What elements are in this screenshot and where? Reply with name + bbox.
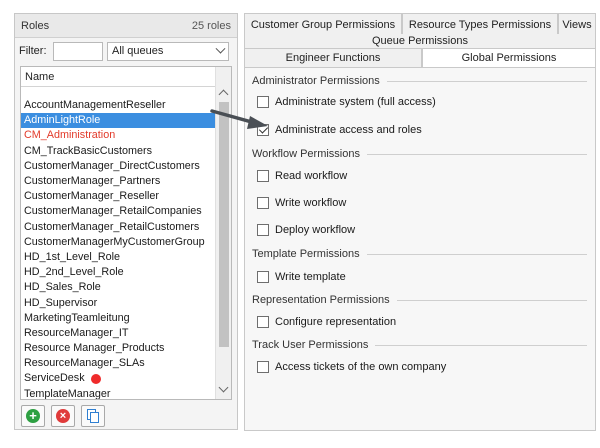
- permissions-panel: Customer Group Permissions Resource Type…: [244, 13, 596, 431]
- checkbox-box[interactable]: [257, 224, 269, 236]
- role-list-item[interactable]: HD_1st_Level_Role: [21, 250, 215, 265]
- roles-scrollbar[interactable]: [215, 67, 231, 399]
- checkbox-read-workflow[interactable]: Read workflow: [257, 170, 347, 182]
- role-list-item[interactable]: CustomerManager_DirectCustomers: [21, 159, 215, 174]
- role-list-item[interactable]: CustomerManager_RetailCompanies: [21, 204, 215, 219]
- tab-global-permissions[interactable]: Global Permissions: [422, 48, 596, 67]
- tab-queue-permissions[interactable]: Queue Permissions: [244, 34, 596, 48]
- filter-input[interactable]: [53, 41, 103, 61]
- role-list-item[interactable]: ServiceDesk: [21, 371, 215, 386]
- scroll-down-icon[interactable]: [218, 382, 229, 393]
- role-list-item[interactable]: CM_Administration: [21, 128, 215, 143]
- tabs-row-3: Engineer Functions Global Permissions: [244, 48, 596, 67]
- plus-circle-icon: +: [26, 409, 40, 423]
- add-role-button[interactable]: +: [21, 405, 45, 427]
- tab-resource-types-permissions[interactable]: Resource Types Permissions: [402, 13, 558, 35]
- roles-count: 25 roles: [191, 19, 231, 32]
- copy-role-button[interactable]: [81, 405, 105, 427]
- checkbox-box[interactable]: [257, 271, 269, 283]
- role-list-item[interactable]: Resource Manager_Products: [21, 341, 215, 356]
- checkbox-configure-representation[interactable]: Configure representation: [257, 316, 396, 328]
- section-track-user-permissions: Track User Permissions: [252, 339, 587, 351]
- role-list-item[interactable]: ResourceManager_IT: [21, 326, 215, 341]
- checkbox-box[interactable]: [257, 124, 269, 136]
- copy-icon: [87, 409, 99, 423]
- chevron-down-icon: [215, 43, 226, 54]
- section-workflow-permissions: Workflow Permissions: [252, 148, 587, 160]
- role-list-item[interactable]: CM_TrackBasicCustomers: [21, 144, 215, 159]
- checkbox-administrate-access-roles[interactable]: Administrate access and roles: [257, 124, 422, 136]
- role-list-item[interactable]: CustomerManager_Partners: [21, 174, 215, 189]
- role-list-item[interactable]: CustomerManagerMyCustomerGroup: [21, 235, 215, 250]
- roles-header: Roles 25 roles: [15, 14, 237, 38]
- roles-list[interactable]: Name AccountManagementReseller AdminLight…: [20, 66, 232, 400]
- role-list-item[interactable]: HD_Supervisor: [21, 295, 215, 310]
- column-header-name[interactable]: Name: [21, 67, 215, 87]
- x-circle-icon: ×: [56, 409, 70, 423]
- checkbox-write-workflow[interactable]: Write workflow: [257, 197, 346, 209]
- checkbox-box[interactable]: [257, 170, 269, 182]
- role-list-item[interactable]: AccountManagementReseller: [21, 98, 215, 113]
- global-permissions-content: Administrator Permissions Administrate s…: [244, 67, 596, 431]
- tab-engineer-functions[interactable]: Engineer Functions: [244, 48, 422, 67]
- checkbox-administrate-system[interactable]: Administrate system (full access): [257, 96, 436, 108]
- role-list-item[interactable]: CustomerManager_Reseller: [21, 189, 215, 204]
- roles-panel: Roles 25 roles Filter: All queues Name A…: [14, 13, 238, 430]
- roles-rows: AccountManagementReseller AdminLightRole C…: [21, 98, 215, 399]
- delete-role-button[interactable]: ×: [51, 405, 75, 427]
- section-administrator-permissions: Administrator Permissions: [252, 75, 587, 87]
- tab-customer-group-permissions[interactable]: Customer Group Permissions: [244, 13, 402, 35]
- role-list-item[interactable]: TemplateManager: [21, 387, 215, 399]
- section-representation-permissions: Representation Permissions: [252, 294, 587, 306]
- role-list-item[interactable]: ResourceManager_SLAs: [21, 356, 215, 371]
- checkbox-box[interactable]: [257, 316, 269, 328]
- role-list-item[interactable]: HD_Sales_Role: [21, 280, 215, 295]
- tab-views[interactable]: Views: [558, 13, 596, 35]
- queue-select[interactable]: All queues: [107, 41, 229, 61]
- roles-toolbar: + ×: [21, 405, 105, 427]
- checkbox-box[interactable]: [257, 197, 269, 209]
- scroll-up-icon[interactable]: [218, 89, 229, 100]
- checkbox-deploy-workflow[interactable]: Deploy workflow: [257, 224, 355, 236]
- role-list-item[interactable]: MarketingTeamleitung: [21, 311, 215, 326]
- checkbox-box[interactable]: [257, 361, 269, 373]
- role-list-item[interactable]: HD_2nd_Level_Role: [21, 265, 215, 280]
- checkbox-access-own-company-tickets[interactable]: Access tickets of the own company: [257, 361, 446, 373]
- roles-title: Roles: [21, 19, 50, 32]
- checkbox-write-template[interactable]: Write template: [257, 271, 346, 283]
- section-template-permissions: Template Permissions: [252, 248, 587, 260]
- queue-select-value: All queues: [112, 45, 164, 57]
- filter-label: Filter:: [19, 45, 47, 57]
- role-list-item[interactable]: AdminLightRole: [21, 113, 215, 129]
- status-dot-icon: [90, 373, 101, 384]
- checkbox-box[interactable]: [257, 96, 269, 108]
- role-list-item[interactable]: CustomerManager_RetailCustomers: [21, 220, 215, 235]
- filter-row: Filter: All queues: [15, 38, 237, 64]
- scroll-thumb[interactable]: [219, 102, 229, 347]
- tabs-row-1: Customer Group Permissions Resource Type…: [244, 13, 596, 35]
